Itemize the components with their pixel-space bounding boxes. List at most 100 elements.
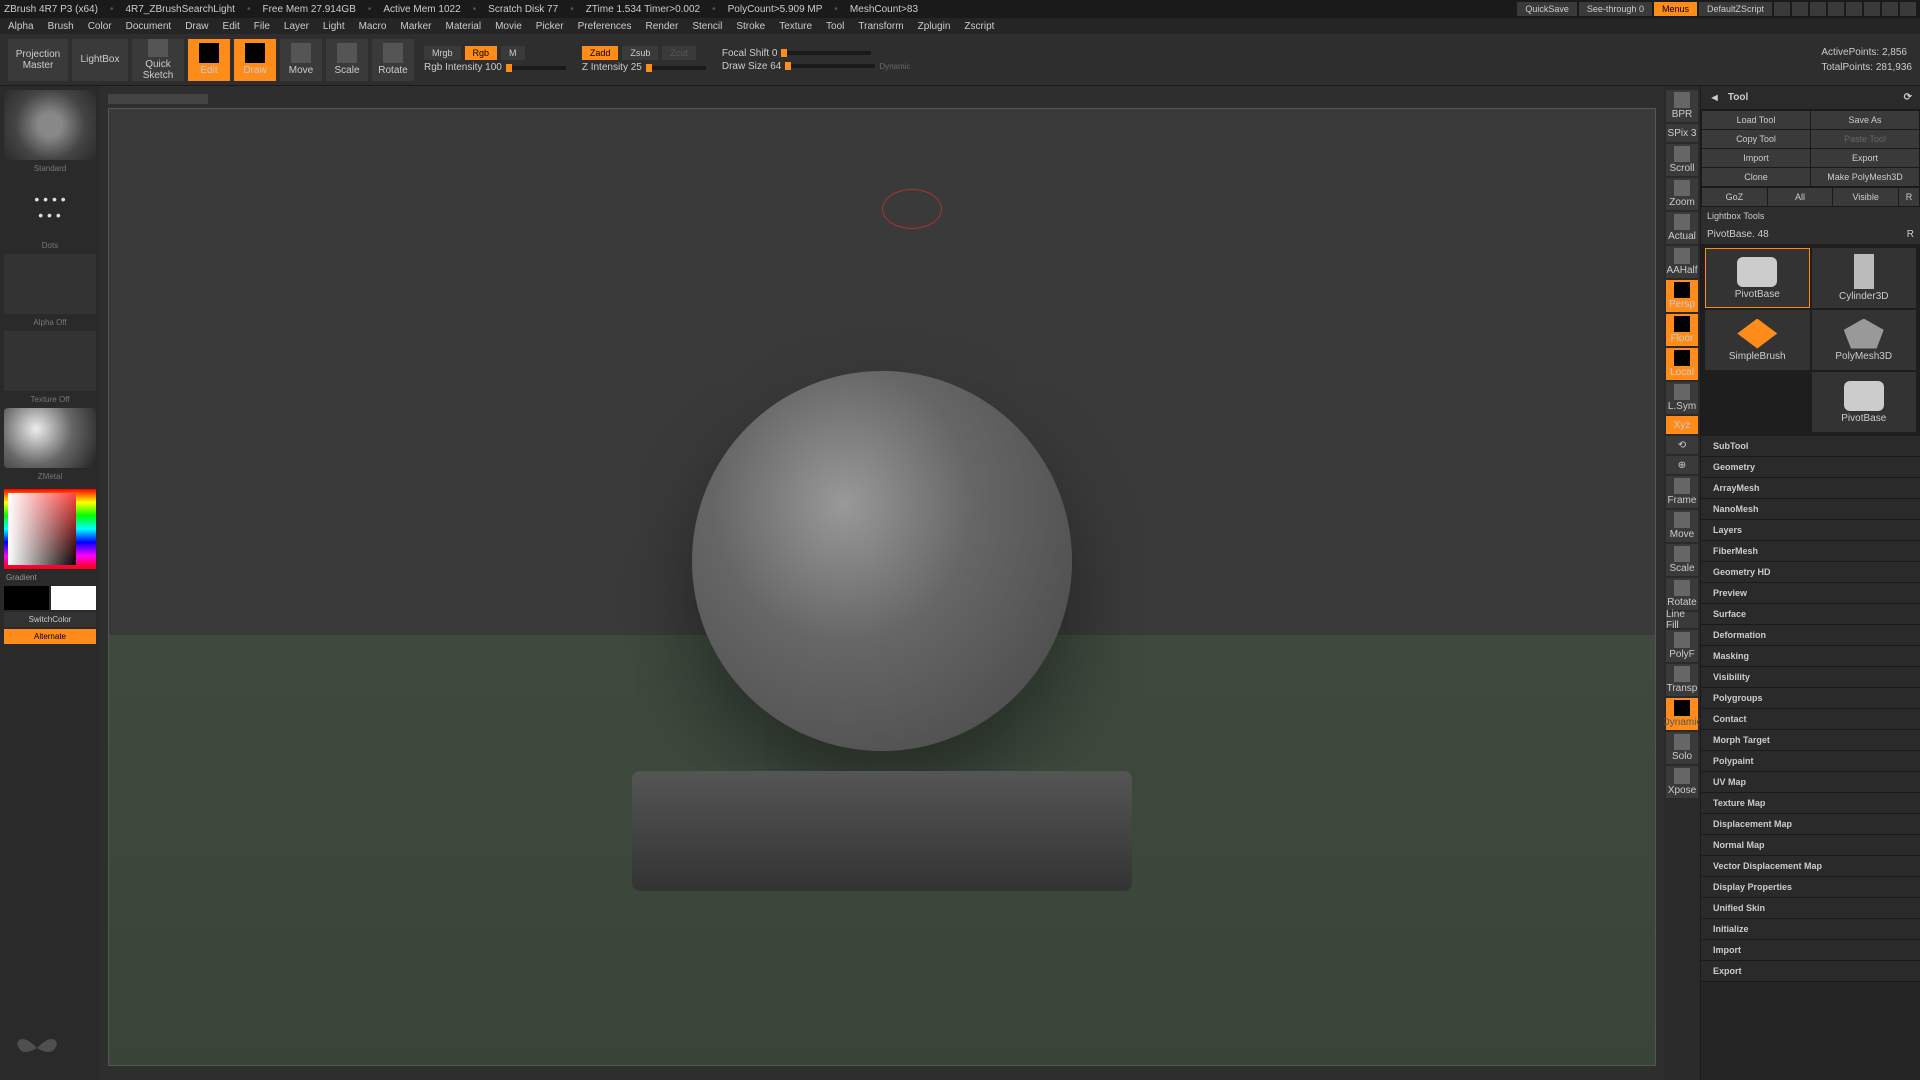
seethrough-slider[interactable]: See-through 0	[1579, 2, 1652, 16]
load-tool-button[interactable]: Load Tool	[1702, 111, 1810, 129]
window-icon-1[interactable]	[1774, 2, 1790, 16]
draw-size-slider[interactable]: Draw Size 64	[722, 61, 781, 72]
acc-masking[interactable]: Masking	[1701, 646, 1920, 667]
spix-slider[interactable]: SPix 3	[1666, 124, 1698, 142]
menu-alpha[interactable]: Alpha	[8, 21, 34, 32]
lsym-button[interactable]: L.Sym	[1666, 382, 1698, 414]
zsub-button[interactable]: Zsub	[622, 46, 658, 60]
lightbox-button[interactable]: LightBox	[72, 39, 128, 81]
menu-material[interactable]: Material	[446, 21, 482, 32]
rgb-intensity-slider[interactable]: Rgb Intensity 100	[424, 62, 502, 73]
brush-selector[interactable]	[4, 90, 96, 160]
color-picker[interactable]	[4, 489, 96, 569]
make-polymesh-button[interactable]: Make PolyMesh3D	[1811, 168, 1919, 186]
menu-draw[interactable]: Draw	[185, 21, 208, 32]
zcut-button[interactable]: Zcut	[662, 46, 696, 60]
rotate-button[interactable]: Rotate	[372, 39, 414, 81]
acc-visibility[interactable]: Visibility	[1701, 667, 1920, 688]
xpose-button[interactable]: Xpose	[1666, 766, 1698, 798]
rot2-button[interactable]: ⊕	[1666, 456, 1698, 474]
acc-displacement[interactable]: Displacement Map	[1701, 814, 1920, 835]
menu-transform[interactable]: Transform	[858, 21, 903, 32]
goz-button[interactable]: GoZ	[1702, 188, 1767, 206]
m-button[interactable]: M	[501, 46, 525, 60]
stroke-selector[interactable]	[4, 177, 96, 237]
rot-button[interactable]: ⟲	[1666, 436, 1698, 454]
menu-picker[interactable]: Picker	[536, 21, 564, 32]
material-selector[interactable]	[4, 408, 96, 468]
lightbox-tools-button[interactable]: Lightbox Tools	[1701, 207, 1920, 225]
menu-layer[interactable]: Layer	[284, 21, 309, 32]
menu-marker[interactable]: Marker	[400, 21, 431, 32]
window-icon-2[interactable]	[1792, 2, 1808, 16]
alternate-button[interactable]: Alternate	[4, 629, 96, 644]
focal-shift-slider[interactable]: Focal Shift 0	[722, 48, 778, 59]
switch-color-button[interactable]: SwitchColor	[4, 612, 96, 627]
transp-button[interactable]: Transp	[1666, 664, 1698, 696]
persp-button[interactable]: Persp	[1666, 280, 1698, 312]
goz-visible-button[interactable]: Visible	[1833, 188, 1898, 206]
texture-selector[interactable]	[4, 331, 96, 391]
menu-edit[interactable]: Edit	[223, 21, 240, 32]
import-button[interactable]: Import	[1702, 149, 1810, 167]
rgb-button[interactable]: Rgb	[465, 46, 498, 60]
scale-button[interactable]: Scale	[326, 39, 368, 81]
current-tool-name[interactable]: PivotBase. 48	[1707, 229, 1769, 240]
bpr-button[interactable]: BPR	[1666, 90, 1698, 122]
acc-deformation[interactable]: Deformation	[1701, 625, 1920, 646]
vp-move-button[interactable]: Move	[1666, 510, 1698, 542]
goz-all-button[interactable]: All	[1768, 188, 1833, 206]
local-button[interactable]: Local	[1666, 348, 1698, 380]
move-button[interactable]: Move	[280, 39, 322, 81]
menu-preferences[interactable]: Preferences	[578, 21, 632, 32]
maximize-icon[interactable]	[1882, 2, 1898, 16]
acc-geometry[interactable]: Geometry	[1701, 457, 1920, 478]
menu-render[interactable]: Render	[646, 21, 679, 32]
acc-initialize[interactable]: Initialize	[1701, 919, 1920, 940]
menu-texture[interactable]: Texture	[779, 21, 812, 32]
copy-tool-button[interactable]: Copy Tool	[1702, 130, 1810, 148]
actual-button[interactable]: Actual	[1666, 212, 1698, 244]
primary-color[interactable]	[51, 586, 96, 610]
menu-macro[interactable]: Macro	[359, 21, 387, 32]
menu-document[interactable]: Document	[126, 21, 172, 32]
acc-display[interactable]: Display Properties	[1701, 877, 1920, 898]
menus-button[interactable]: Menus	[1654, 2, 1697, 16]
alpha-selector[interactable]	[4, 254, 96, 314]
draw-button[interactable]: Draw	[234, 39, 276, 81]
window-icon-5[interactable]	[1846, 2, 1862, 16]
vp-scale-button[interactable]: Scale	[1666, 544, 1698, 576]
acc-layers[interactable]: Layers	[1701, 520, 1920, 541]
scroll-button[interactable]: Scroll	[1666, 144, 1698, 176]
default-script[interactable]: DefaultZScript	[1699, 2, 1772, 16]
zadd-button[interactable]: Zadd	[582, 46, 619, 60]
polyf-button[interactable]: PolyF	[1666, 630, 1698, 662]
tool-thumb-simplebrush[interactable]: SimpleBrush	[1705, 310, 1810, 370]
menu-stencil[interactable]: Stencil	[692, 21, 722, 32]
secondary-color[interactable]	[4, 586, 49, 610]
frame-button[interactable]: Frame	[1666, 476, 1698, 508]
tool-thumb-pivotbase[interactable]: PivotBase	[1705, 248, 1810, 308]
quick-sketch-button[interactable]: Quick Sketch	[132, 39, 184, 81]
edit-button[interactable]: Edit	[188, 39, 230, 81]
window-icon-4[interactable]	[1828, 2, 1844, 16]
tool-thumb-cylinder[interactable]: Cylinder3D	[1812, 248, 1917, 308]
menu-stroke[interactable]: Stroke	[736, 21, 765, 32]
acc-vectordisp[interactable]: Vector Displacement Map	[1701, 856, 1920, 877]
paste-tool-button[interactable]: Paste Tool	[1811, 130, 1919, 148]
acc-geometryhd[interactable]: Geometry HD	[1701, 562, 1920, 583]
close-icon[interactable]	[1900, 2, 1916, 16]
tool-thumb-polymesh[interactable]: PolyMesh3D	[1812, 310, 1917, 370]
aahalf-button[interactable]: AAHalf	[1666, 246, 1698, 278]
acc-import[interactable]: Import	[1701, 940, 1920, 961]
projection-master-button[interactable]: Projection Master	[8, 39, 68, 81]
acc-morphtarget[interactable]: Morph Target	[1701, 730, 1920, 751]
acc-arraymesh[interactable]: ArrayMesh	[1701, 478, 1920, 499]
panel-refresh-icon[interactable]: ⟳	[1904, 92, 1912, 103]
acc-uvmap[interactable]: UV Map	[1701, 772, 1920, 793]
solo-button[interactable]: Solo	[1666, 732, 1698, 764]
clone-button[interactable]: Clone	[1702, 168, 1810, 186]
menu-zplugin[interactable]: Zplugin	[918, 21, 951, 32]
acc-surface[interactable]: Surface	[1701, 604, 1920, 625]
menu-zscript[interactable]: Zscript	[964, 21, 994, 32]
